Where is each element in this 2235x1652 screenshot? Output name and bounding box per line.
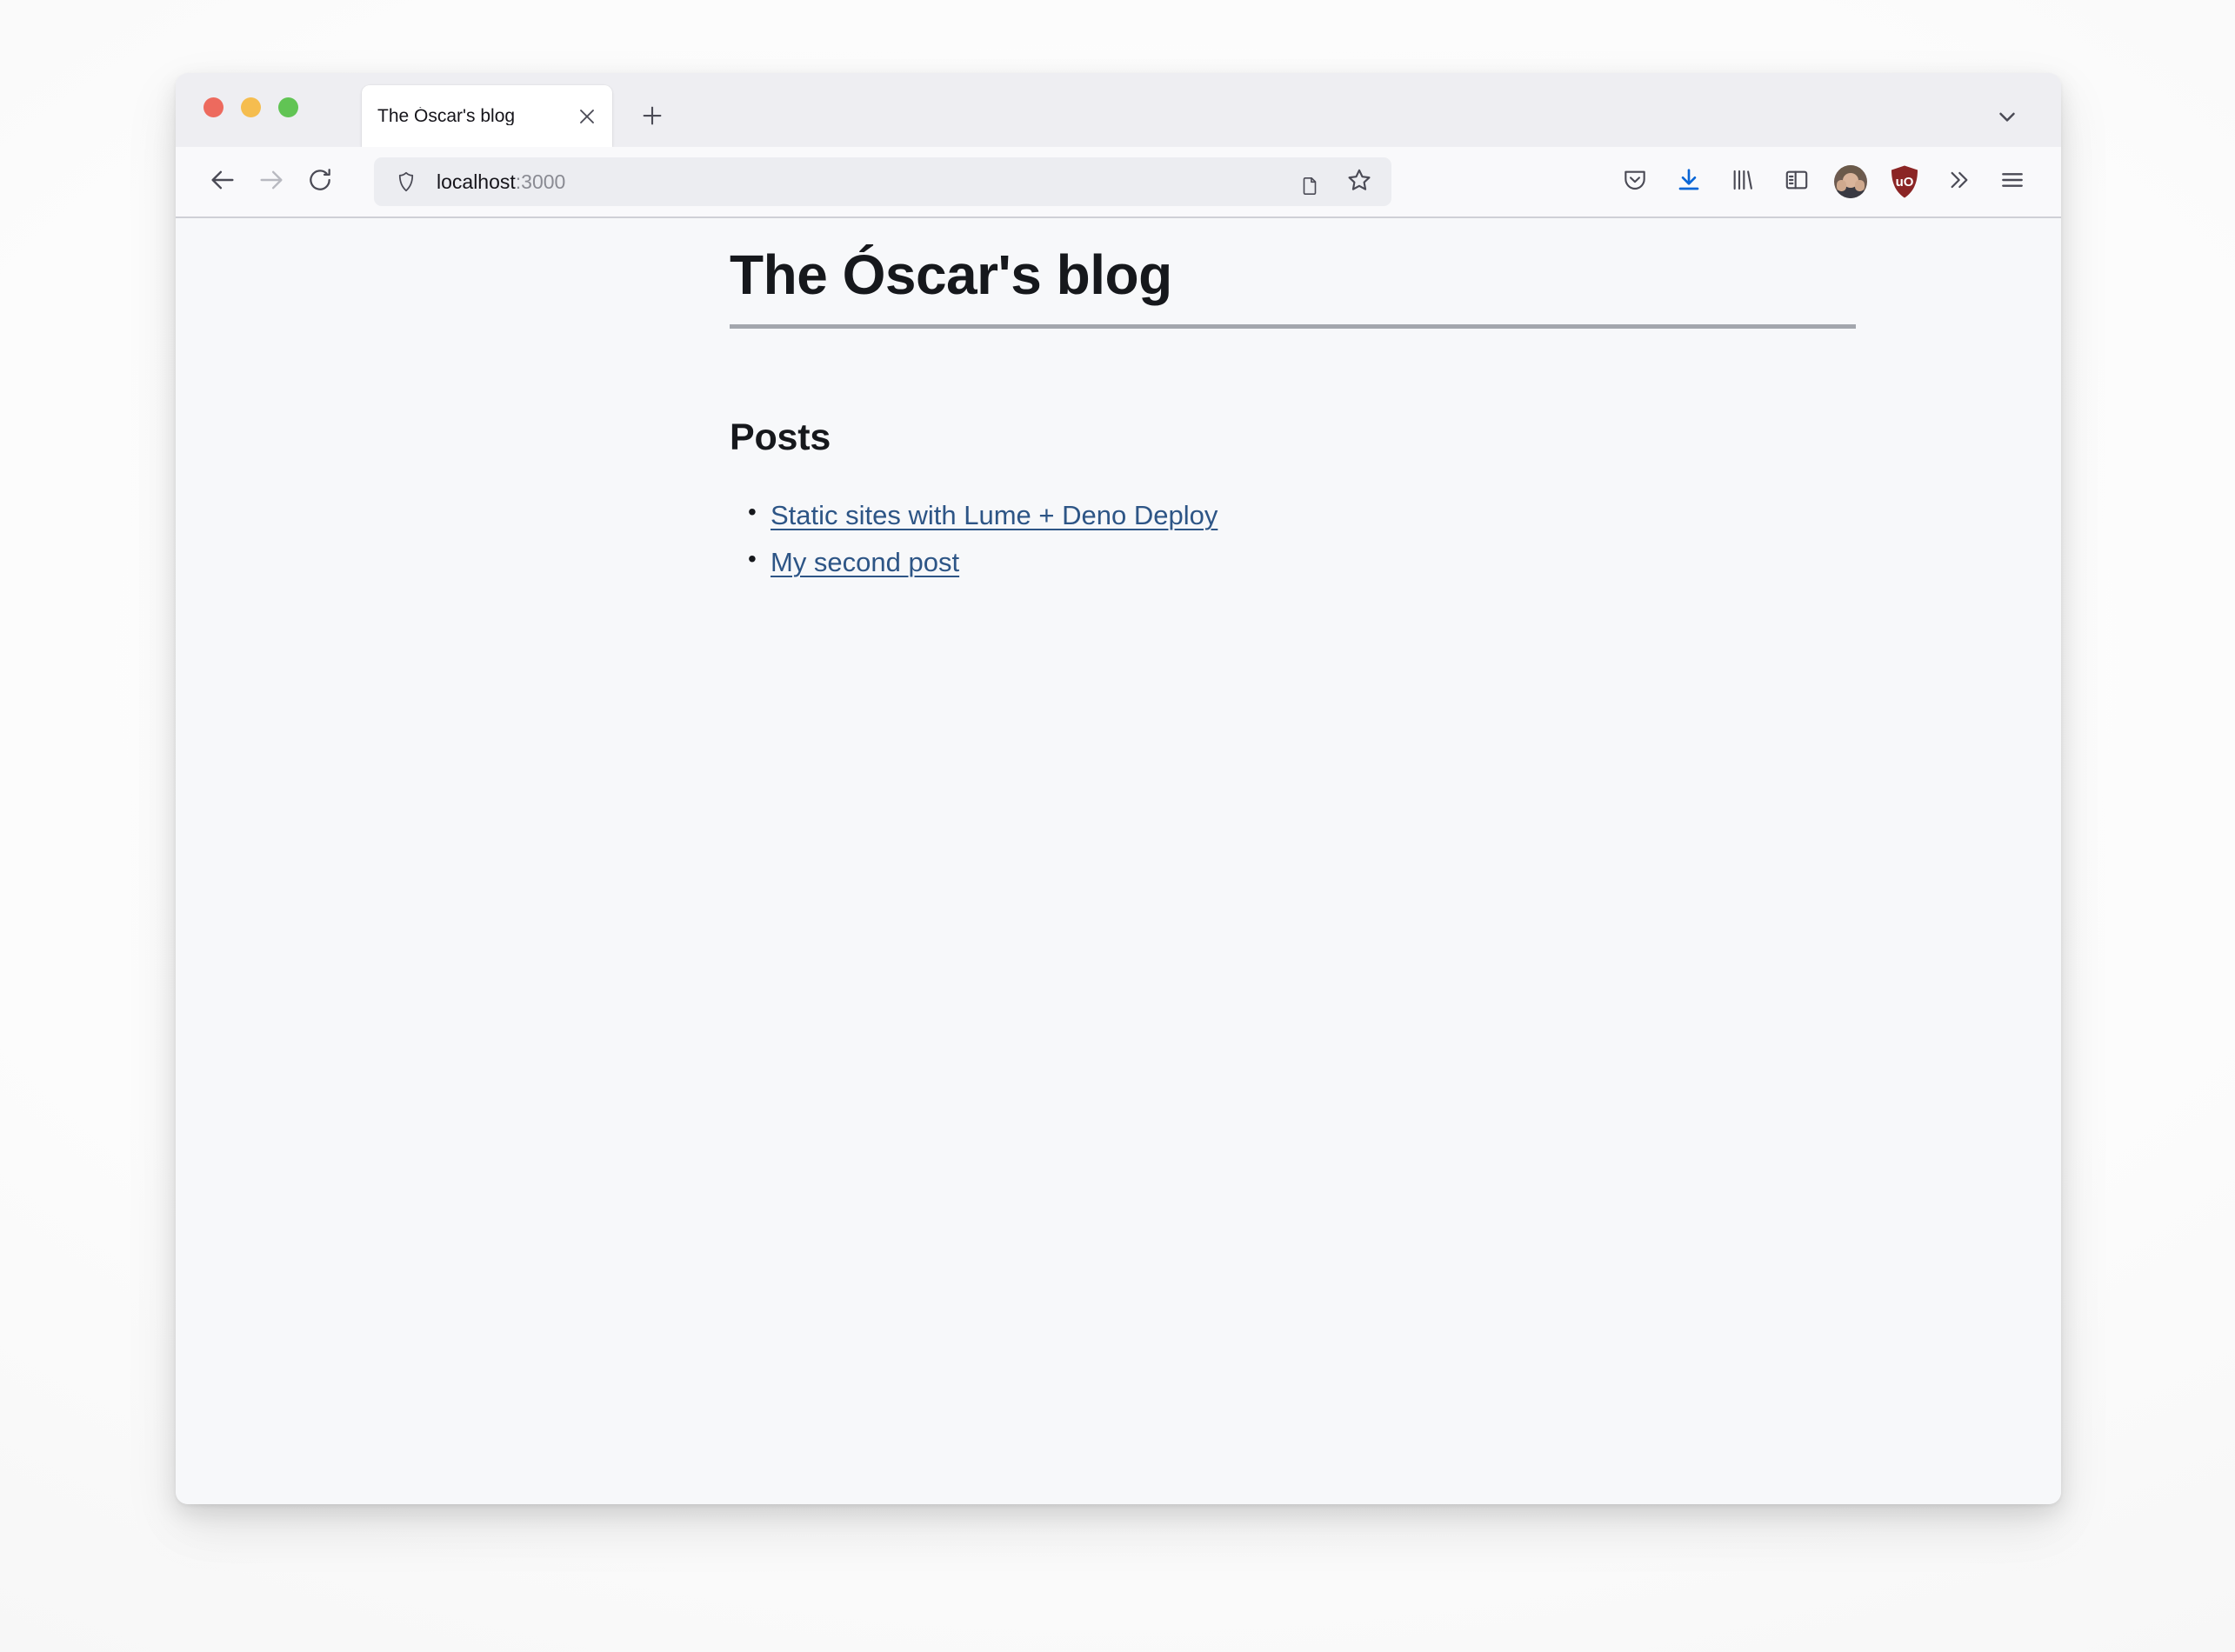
tab-strip: The Óscar's blog bbox=[176, 73, 2061, 147]
back-button[interactable] bbox=[200, 159, 245, 204]
navigation-toolbar: localhost:3000 uO bbox=[176, 147, 2061, 218]
page-icon[interactable] bbox=[740, 171, 1879, 201]
back-arrow-icon bbox=[208, 165, 237, 199]
list-item: Static sites with Lume + Deno Deploy bbox=[748, 496, 1869, 533]
post-link-1[interactable]: Static sites with Lume + Deno Deploy bbox=[771, 500, 1218, 530]
ublock-shield-icon: uO bbox=[1887, 163, 1922, 201]
close-window-button[interactable] bbox=[203, 97, 224, 117]
maximize-window-button[interactable] bbox=[278, 97, 298, 117]
plus-icon bbox=[639, 103, 665, 133]
page-content: The Óscar's blog Posts Static sites with… bbox=[730, 243, 1869, 591]
tab-active[interactable]: The Óscar's blog bbox=[362, 85, 612, 147]
page-viewport: The Óscar's blog Posts Static sites with… bbox=[176, 218, 2061, 1504]
url-host: localhost bbox=[437, 171, 516, 192]
minimize-window-button[interactable] bbox=[241, 97, 261, 117]
double-chevron-right-icon bbox=[1945, 166, 1972, 198]
post-list: Static sites with Lume + Deno Deploy My … bbox=[730, 496, 1869, 580]
reload-icon bbox=[306, 166, 334, 198]
extensions-overflow-button[interactable] bbox=[1934, 157, 1983, 206]
shield-icon[interactable] bbox=[391, 167, 421, 197]
tab-title: The Óscar's blog bbox=[377, 107, 516, 125]
application-menu-button[interactable] bbox=[1988, 157, 2037, 206]
title-divider bbox=[730, 323, 1856, 329]
post-link-2[interactable]: My second post bbox=[771, 547, 959, 577]
list-all-tabs-button[interactable] bbox=[1990, 101, 2025, 136]
svg-text:uO: uO bbox=[1896, 175, 1914, 190]
forward-arrow-icon bbox=[257, 165, 286, 199]
forward-button[interactable] bbox=[249, 159, 294, 204]
window-controls bbox=[203, 97, 298, 117]
avatar bbox=[1834, 165, 1867, 198]
chevron-down-icon bbox=[1994, 103, 2020, 134]
browser-window: The Óscar's blog localhost:3000 uO The Ó… bbox=[176, 73, 2061, 1504]
page-title: The Óscar's blog bbox=[730, 243, 1172, 306]
reload-button[interactable] bbox=[297, 159, 343, 204]
list-item: My second post bbox=[748, 543, 1869, 580]
ublock-origin-button[interactable]: uO bbox=[1880, 157, 1929, 206]
new-tab-button[interactable] bbox=[634, 99, 670, 136]
url-port: :3000 bbox=[515, 171, 566, 192]
address-bar[interactable]: localhost:3000 bbox=[374, 157, 1391, 206]
close-icon[interactable] bbox=[574, 103, 600, 130]
hamburger-menu-icon bbox=[1998, 166, 2026, 198]
section-heading-posts: Posts bbox=[730, 416, 831, 458]
